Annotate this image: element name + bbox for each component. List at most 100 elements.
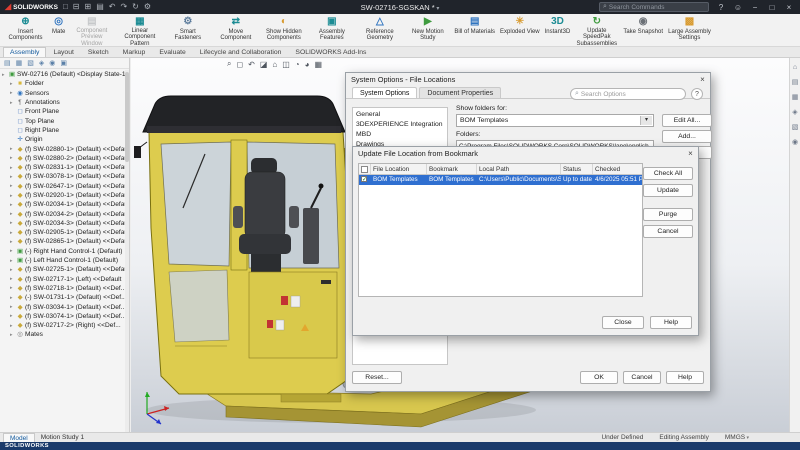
help-icon[interactable]: ? xyxy=(715,3,727,12)
commandmanager-tab[interactable]: Markup xyxy=(116,47,153,57)
tree-item[interactable]: (f) SW-02034-3> (Default) <<Default xyxy=(0,219,129,228)
tree-item[interactable]: (-) SW-01731-1> (Default) <<Def... xyxy=(0,293,129,302)
tree-item[interactable]: (f) SW-02647-1> (Default) <<Default xyxy=(0,182,129,191)
tree-item[interactable]: (f) SW-02718-1> (Default) <<Def... xyxy=(0,284,129,293)
forum-icon[interactable]: ◉ xyxy=(792,138,798,146)
tree-item[interactable]: (f) SW-02905-1> (Default) <<Default xyxy=(0,228,129,237)
ok-button[interactable]: OK xyxy=(580,371,618,384)
reset-button[interactable]: Reset... xyxy=(352,371,402,384)
options-search-input[interactable] xyxy=(581,91,681,98)
scene-icon[interactable]: ▦ xyxy=(314,60,322,69)
commandmanager-tab[interactable]: Sketch xyxy=(81,47,116,57)
table-column-header[interactable]: File Location xyxy=(371,164,427,174)
options-gear-icon[interactable]: ⚙ xyxy=(144,2,151,12)
close-button[interactable]: Close xyxy=(602,316,644,329)
help-button[interactable]: Help xyxy=(666,371,704,384)
home-icon[interactable]: ⌂ xyxy=(793,64,797,71)
scrollbar-thumb[interactable] xyxy=(125,72,129,162)
tree-item[interactable]: (f) SW-02920-1> (Default) <<Default xyxy=(0,191,129,200)
command-search-input[interactable] xyxy=(609,4,705,11)
hide-show-icon[interactable]: ◔ xyxy=(295,60,300,69)
close-icon[interactable] xyxy=(685,148,696,159)
tree-item[interactable]: (f) SW-02880-1> (Default) <<Default xyxy=(0,144,129,153)
row-checkbox[interactable] xyxy=(361,176,367,182)
tree-item[interactable]: (f) SW-02717-1> (Left) <<Default xyxy=(0,275,129,284)
commandmanager-tab[interactable]: Assembly xyxy=(3,47,46,57)
commandmanager-tab[interactable]: Layout xyxy=(46,47,80,57)
options-search-box[interactable]: ⌕ xyxy=(570,88,686,100)
model-tab[interactable]: Model xyxy=(3,433,35,442)
commandmanager-tab[interactable]: SOLIDWORKS Add-Ins xyxy=(288,47,373,57)
tree-item[interactable]: Mates xyxy=(0,330,129,339)
featuremanager-icon[interactable]: ▤ xyxy=(4,59,11,67)
ribbon-button[interactable]: △ Reference Geometry xyxy=(356,15,403,45)
tree-item[interactable]: (f) SW-03074-1> (Default) <<Def... xyxy=(0,312,129,321)
custom-properties-icon[interactable]: ▧ xyxy=(792,123,799,131)
ribbon-button[interactable]: ⊕ Insert Components xyxy=(2,15,49,45)
tree-item[interactable]: (-) Left Hand Control-1 (Default) xyxy=(0,256,129,265)
table-column-header[interactable]: Checked xyxy=(593,164,642,174)
close-icon[interactable] xyxy=(697,74,708,85)
commandmanager-tab[interactable]: Evaluate xyxy=(152,47,192,57)
tree-item[interactable]: Annotations xyxy=(0,98,129,107)
cancel-button[interactable]: Cancel xyxy=(623,371,661,384)
appearance-icon[interactable]: ◕ xyxy=(305,60,310,69)
ribbon-button[interactable]: ◐ Show Hidden Components xyxy=(260,15,307,45)
ribbon-button[interactable]: 3D Instant3D xyxy=(543,15,573,45)
ribbon-button[interactable]: ◎ Mate xyxy=(50,15,67,45)
file-explorer-icon[interactable]: ▦ xyxy=(792,93,799,101)
commandmanager-tab[interactable]: Lifecycle and Collaboration xyxy=(193,47,289,57)
tree-item[interactable]: (f) SW-02831-1> (Default) <<Default xyxy=(0,163,129,172)
displaymanager-icon[interactable]: ◉ xyxy=(49,59,55,67)
tree-item[interactable]: (f) SW-03078-1> (Default) <<Default xyxy=(0,172,129,181)
tree-item[interactable]: Folder xyxy=(0,79,129,88)
ribbon-button[interactable]: ▤ Bill of Materials xyxy=(452,15,497,45)
tree-item[interactable]: Front Plane xyxy=(0,107,129,116)
maximize-icon[interactable]: □ xyxy=(766,3,778,12)
display-style-icon[interactable]: ◫ xyxy=(282,60,290,69)
tree-item[interactable]: Top Plane xyxy=(0,116,129,125)
options-dialog-tab[interactable]: System Options xyxy=(352,87,417,98)
edit-all-button[interactable]: Edit All... xyxy=(662,114,712,127)
propertymanager-icon[interactable]: ▦ xyxy=(16,59,23,67)
zoom-fit-icon[interactable]: ⌕ xyxy=(227,59,231,69)
command-search-box[interactable]: ⌕ xyxy=(599,2,709,12)
tree-item[interactable]: (f) SW-02880-2> (Default) <<Default xyxy=(0,154,129,163)
ribbon-button[interactable]: ◉ Take Snapshot xyxy=(621,15,665,45)
redo-icon[interactable]: ↷ xyxy=(120,2,127,12)
ribbon-button[interactable]: ▤ Component Preview Window xyxy=(68,15,115,45)
feature-tree-scrollbar[interactable] xyxy=(125,70,129,432)
units-selector[interactable]: MMGS xyxy=(725,434,749,441)
update-table-row[interactable]: BOM Templates BOM Templates C:\Users\Pub… xyxy=(359,175,642,185)
tree-item[interactable]: (f) SW-02725-1> (Default) <<Default xyxy=(0,265,129,274)
new-document-icon[interactable]: □ xyxy=(63,2,68,12)
ribbon-button[interactable]: ↻ Update SpeedPak Subassemblies xyxy=(573,15,620,45)
ribbon-button[interactable]: ⚙ Smart Fasteners xyxy=(164,15,211,45)
help-button[interactable]: Help xyxy=(650,316,692,329)
section-view-icon[interactable]: ◪ xyxy=(260,60,268,69)
ribbon-button[interactable]: ⇄ Move Component xyxy=(212,15,259,45)
ribbon-button[interactable]: ▩ Large Assembly Settings xyxy=(666,15,713,45)
ribbon-button[interactable]: ▣ Assembly Features xyxy=(308,15,355,45)
table-column-header[interactable]: Status xyxy=(561,164,593,174)
print-icon[interactable]: ▤ xyxy=(96,2,104,12)
zoom-area-icon[interactable]: ◻ xyxy=(236,60,243,69)
save-icon[interactable]: ⊞ xyxy=(84,2,91,12)
appearances-icon[interactable]: ◈ xyxy=(792,108,797,116)
tree-item[interactable]: SW-02716 (Default) <Display State-1> xyxy=(0,70,129,79)
show-folders-select[interactable]: BOM Templates xyxy=(456,114,654,127)
tree-item[interactable]: (f) SW-02034-1> (Default) <<Default xyxy=(0,200,129,209)
table-column-header[interactable]: Bookmark xyxy=(427,164,477,174)
ribbon-button[interactable]: ▦ Linear Component Pattern xyxy=(116,15,163,45)
table-column-header[interactable]: Local Path xyxy=(477,164,561,174)
tree-item[interactable]: Sensors xyxy=(0,89,129,98)
add-folder-button[interactable]: Add... xyxy=(662,130,712,143)
view-orientation-icon[interactable]: ⌂ xyxy=(272,60,277,69)
user-icon[interactable]: ☺ xyxy=(732,3,744,12)
ribbon-button[interactable]: ▶ New Motion Study xyxy=(404,15,451,45)
update-button[interactable]: Update xyxy=(643,184,693,197)
options-nav-item[interactable]: MBD xyxy=(353,129,447,139)
cancel-button[interactable]: Cancel xyxy=(643,225,693,238)
close-icon[interactable]: × xyxy=(783,3,795,12)
previous-view-icon[interactable]: ↶ xyxy=(248,60,255,69)
